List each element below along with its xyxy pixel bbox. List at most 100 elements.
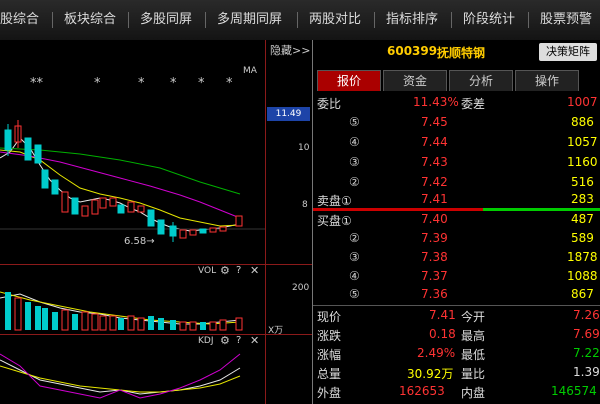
sell-volume: 1057 [567, 135, 598, 149]
stat-value: 7.69 [573, 327, 600, 341]
volume-bar [5, 292, 11, 330]
stat-label: 外盘 [317, 386, 342, 400]
sell-side-label: 卖盘① [317, 194, 352, 208]
level-marker: ② [349, 175, 360, 189]
menu-separator [297, 12, 298, 28]
buy-side-label: 买盘① [317, 214, 352, 228]
sell-level-row: ⑤ 7.45 886 [313, 113, 600, 133]
buy-level-row: ⑤ 7.36 867 [313, 285, 600, 305]
decision-matrix-button[interactable]: 决策矩阵 [539, 43, 597, 61]
menu-item-stock-overview[interactable]: 股综合 [0, 0, 39, 40]
buy-volume: 1878 [567, 250, 598, 264]
low-price-label: 6.58→ [124, 236, 155, 247]
stat-value: 30.92万 [407, 367, 454, 381]
sell-volume: 1160 [567, 155, 598, 169]
quote-tabs: 报价 资金 分析 操作 [313, 70, 600, 92]
stock-code: 600399 [387, 44, 438, 58]
sell-level-row: ④ 7.44 1057 [313, 133, 600, 153]
volume-bar [72, 314, 78, 330]
candle [71, 197, 79, 215]
stat-row: 总量 30.92万 量比 1.39 [313, 363, 600, 383]
sell-price: 7.45 [421, 115, 448, 129]
stat-label: 涨跌 [317, 329, 342, 343]
weibi-value: 11.43% [413, 95, 459, 109]
candle [189, 229, 197, 236]
volume-bar [158, 318, 164, 330]
menu-item-multi-stock[interactable]: 多股同屏 [140, 0, 192, 40]
weibi-label: 委比 [317, 97, 342, 111]
tab-operate[interactable]: 操作 [515, 70, 579, 91]
menu-separator [205, 12, 206, 28]
buy-price: 7.40 [421, 212, 448, 226]
candle [81, 205, 89, 217]
stat-value: 1.39 [573, 365, 600, 379]
level-marker: ⑤ [349, 115, 360, 129]
stat-label: 今开 [461, 310, 486, 324]
stat-label: 现价 [317, 310, 342, 324]
candle [147, 209, 155, 227]
menu-separator [374, 12, 375, 28]
stat-label: 内盘 [461, 386, 486, 400]
menu-separator [52, 12, 53, 28]
volume-bar [52, 312, 58, 330]
buy-price: 7.39 [421, 231, 448, 245]
menu-item-sector-overview[interactable]: 板块综合 [64, 0, 116, 40]
candle [137, 205, 145, 213]
menu-separator [128, 12, 129, 28]
tab-analysis[interactable]: 分析 [449, 70, 513, 91]
buy-volume: 867 [571, 287, 594, 301]
candle [41, 169, 49, 189]
candle [209, 227, 217, 233]
stat-value: 2.49% [417, 346, 456, 360]
volume-bar [170, 320, 176, 330]
sell-price: 7.44 [421, 135, 448, 149]
top-menu-bar: 股综合 板块综合 多股同屏 多周期同屏 两股对比 指标排序 阶段统计 股票预警 [0, 0, 600, 41]
tab-quote[interactable]: 报价 [317, 70, 381, 91]
level-marker: ④ [349, 135, 360, 149]
stat-value: 7.26 [573, 308, 600, 322]
candle [127, 201, 135, 213]
buy-price: 7.36 [421, 287, 448, 301]
stat-label: 最低 [461, 348, 486, 362]
level-marker: ③ [349, 250, 360, 264]
kline-chart-area[interactable]: 隐藏>> MA ** * * * * * 11.49 10 8 6.58→ VO… [0, 40, 312, 404]
sell-price: 7.42 [421, 175, 448, 189]
stat-value: 162653 [399, 384, 445, 398]
stat-label: 量比 [461, 367, 486, 381]
volume-bar [109, 315, 117, 331]
level-marker: ③ [349, 155, 360, 169]
menu-separator [528, 12, 529, 28]
menu-item-period-stats[interactable]: 阶段统计 [463, 0, 515, 40]
candle [117, 204, 125, 214]
sell-level-row: 卖盘① 7.41 283 [313, 190, 600, 210]
menu-item-stock-alert[interactable]: 股票预警 [540, 0, 592, 40]
tab-funds[interactable]: 资金 [383, 70, 447, 91]
stat-value: 7.22 [573, 346, 600, 360]
hide-panel-button[interactable]: 隐藏>> [270, 42, 310, 58]
volume-bar [235, 317, 243, 331]
sell-volume: 516 [571, 175, 594, 189]
candle [99, 197, 107, 209]
sell-level-row: ③ 7.43 1160 [313, 153, 600, 173]
price-axis-label: 10 [298, 143, 310, 153]
stat-label: 涨幅 [317, 348, 342, 362]
weicha-label: 委差 [461, 97, 486, 111]
volume-svg [0, 291, 243, 331]
volume-bar [137, 317, 145, 331]
quote-panel: 600399 抚顺特钢 决策矩阵 报价 资金 分析 操作 委比 11.43% 委… [312, 40, 600, 404]
section-divider [0, 264, 312, 265]
menu-item-compare[interactable]: 两股对比 [309, 0, 361, 40]
sell-price: 7.41 [421, 192, 448, 206]
buy-level-row: 买盘① 7.40 487 [313, 210, 600, 230]
buy-level-row: ② 7.39 589 [313, 229, 600, 249]
volume-bar [118, 318, 124, 330]
buy-price: 7.38 [421, 250, 448, 264]
candle [24, 137, 32, 161]
vol-scale-label: 200 [292, 283, 310, 293]
level-marker: ④ [349, 269, 360, 283]
stat-label: 最高 [461, 329, 486, 343]
menu-item-multi-period[interactable]: 多周期同屏 [217, 0, 282, 40]
menu-item-indicator-sort[interactable]: 指标排序 [386, 0, 438, 40]
stat-row: 现价 7.41 今开 7.26 [313, 306, 600, 326]
buy-volume: 1088 [567, 269, 598, 283]
